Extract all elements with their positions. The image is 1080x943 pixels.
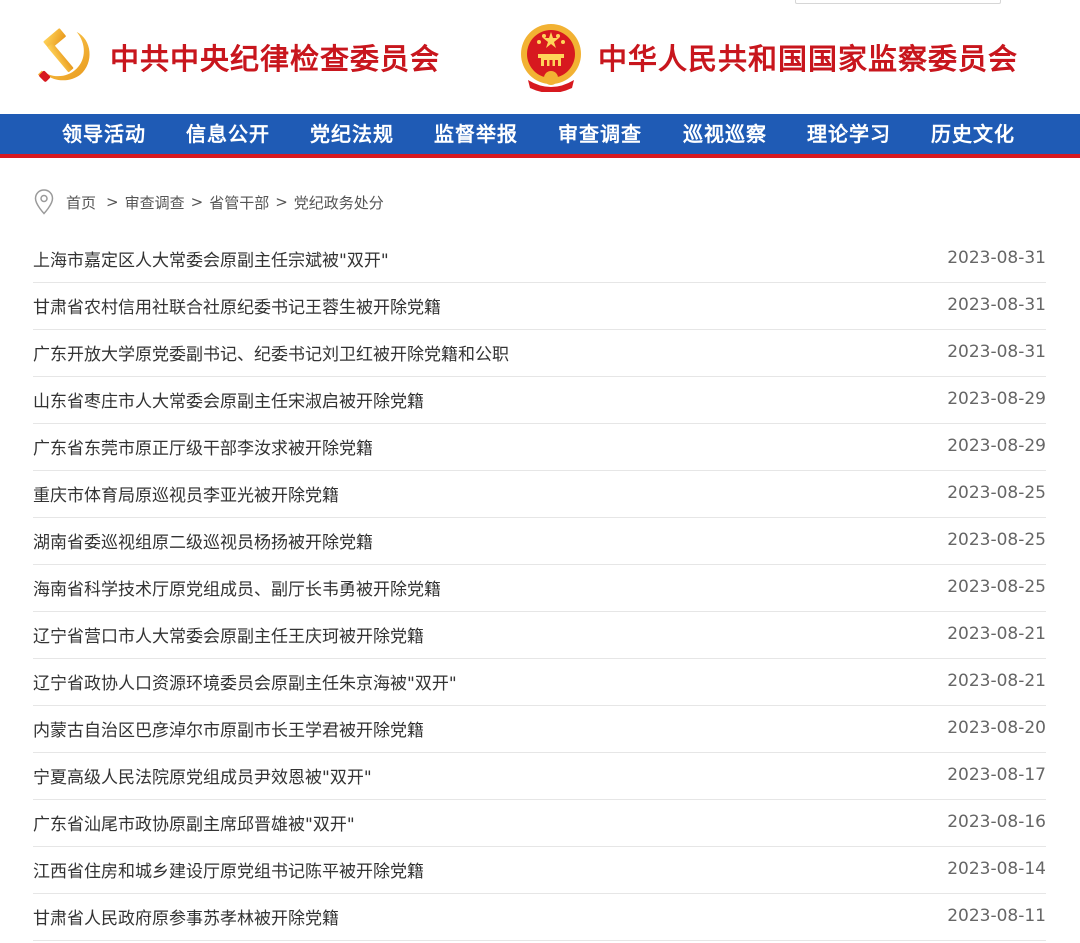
article-row[interactable]: 广东省汕尾市政协原副主席邱晋雄被"双开" 2023-08-16 — [33, 800, 1046, 847]
breadcrumb-disciplinary-sanctions[interactable]: 党纪政务处分 — [294, 192, 384, 213]
article-title[interactable]: 甘肃省人民政府原参事苏孝林被开除党籍 — [33, 904, 339, 929]
article-row[interactable]: 重庆市体育局原巡视员李亚光被开除党籍 2023-08-25 — [33, 471, 1046, 518]
article-date: 2023-08-20 — [947, 718, 1046, 738]
article-date: 2023-08-11 — [947, 906, 1046, 926]
article-title[interactable]: 辽宁省政协人口资源环境委员会原副主任朱京海被"双开" — [33, 669, 457, 694]
nav-item-regulations[interactable]: 党纪法规 — [310, 114, 394, 154]
article-date: 2023-08-29 — [947, 436, 1046, 456]
article-row[interactable]: 内蒙古自治区巴彦淖尔市原副市长王学君被开除党籍 2023-08-20 — [33, 706, 1046, 753]
article-row[interactable]: 山东省枣庄市人大常委会原副主任宋淑启被开除党籍 2023-08-29 — [33, 377, 1046, 424]
breadcrumb: 首页 > 审查调查 > 省管干部 > 党纪政务处分 — [34, 188, 384, 216]
national-emblem-icon — [521, 24, 581, 92]
article-title[interactable]: 甘肃省农村信用社联合社原纪委书记王蓉生被开除党籍 — [33, 293, 441, 318]
article-row[interactable]: 海南省科学技术厅原党组成员、副厅长韦勇被开除党籍 2023-08-25 — [33, 565, 1046, 612]
article-date: 2023-08-25 — [947, 483, 1046, 503]
nav-item-history-culture[interactable]: 历史文化 — [931, 114, 1015, 154]
article-date: 2023-08-31 — [947, 295, 1046, 315]
breadcrumb-investigation[interactable]: 审查调查 — [125, 192, 185, 213]
article-row[interactable]: 甘肃省人民政府原参事苏孝林被开除党籍 2023-08-11 — [33, 894, 1046, 941]
article-date: 2023-08-31 — [947, 342, 1046, 362]
article-title[interactable]: 广东开放大学原党委副书记、纪委书记刘卫红被开除党籍和公职 — [33, 340, 509, 365]
breadcrumb-provincial-cadres[interactable]: 省管干部 — [209, 192, 269, 213]
article-row[interactable]: 湖南省委巡视组原二级巡视员杨扬被开除党籍 2023-08-25 — [33, 518, 1046, 565]
ccdi-name: 中共中央纪律检查委员会 — [110, 42, 441, 76]
nav-item-theory-study[interactable]: 理论学习 — [807, 114, 891, 154]
article-row[interactable]: 辽宁省营口市人大常委会原副主任王庆珂被开除党籍 2023-08-21 — [33, 612, 1046, 659]
article-title[interactable]: 湖南省委巡视组原二级巡视员杨扬被开除党籍 — [33, 528, 373, 553]
article-title[interactable]: 辽宁省营口市人大常委会原副主任王庆珂被开除党籍 — [33, 622, 424, 647]
nav-item-inspection[interactable]: 巡视巡察 — [683, 114, 767, 154]
article-title[interactable]: 江西省住房和城乡建设厅原党组书记陈平被开除党籍 — [33, 857, 424, 882]
article-title[interactable]: 广东省东莞市原正厅级干部李汝求被开除党籍 — [33, 434, 373, 459]
article-row[interactable]: 上海市嘉定区人大常委会原副主任宗斌被"双开" 2023-08-31 — [33, 236, 1046, 283]
article-title[interactable]: 广东省汕尾市政协原副主席邱晋雄被"双开" — [33, 810, 355, 835]
main-nav: 领导活动 信息公开 党纪法规 监督举报 审查调查 巡视巡察 理论学习 历史文化 — [0, 114, 1080, 158]
article-title[interactable]: 海南省科学技术厅原党组成员、副厅长韦勇被开除党籍 — [33, 575, 441, 600]
nav-item-info-disclosure[interactable]: 信息公开 — [186, 114, 270, 154]
article-title[interactable]: 内蒙古自治区巴彦淖尔市原副市长王学君被开除党籍 — [33, 716, 424, 741]
article-row[interactable]: 宁夏高级人民法院原党组成员尹效恩被"双开" 2023-08-17 — [33, 753, 1046, 800]
nav-item-leadership[interactable]: 领导活动 — [62, 114, 146, 154]
nav-item-investigation[interactable]: 审查调查 — [558, 114, 642, 154]
article-date: 2023-08-16 — [947, 812, 1046, 832]
article-date: 2023-08-25 — [947, 530, 1046, 550]
article-title[interactable]: 上海市嘉定区人大常委会原副主任宗斌被"双开" — [33, 246, 389, 271]
article-row[interactable]: 甘肃省农村信用社联合社原纪委书记王蓉生被开除党籍 2023-08-31 — [33, 283, 1046, 330]
location-pin-icon — [34, 189, 54, 215]
breadcrumb-separator: > — [275, 193, 288, 211]
article-title[interactable]: 重庆市体育局原巡视员李亚光被开除党籍 — [33, 481, 339, 506]
article-date: 2023-08-25 — [947, 577, 1046, 597]
article-row[interactable]: 广东开放大学原党委副书记、纪委书记刘卫红被开除党籍和公职 2023-08-31 — [33, 330, 1046, 377]
article-title[interactable]: 山东省枣庄市人大常委会原副主任宋淑启被开除党籍 — [33, 387, 424, 412]
article-date: 2023-08-31 — [947, 248, 1046, 268]
article-title[interactable]: 宁夏高级人民法院原党组成员尹效恩被"双开" — [33, 763, 372, 788]
breadcrumb-separator: > — [106, 193, 119, 211]
article-list: 上海市嘉定区人大常委会原副主任宗斌被"双开" 2023-08-31 甘肃省农村信… — [33, 236, 1046, 941]
site-header: 中共中央纪律检查委员会 中华人民共和国国家监察委员会 — [0, 0, 1080, 114]
article-date: 2023-08-17 — [947, 765, 1046, 785]
article-date: 2023-08-21 — [947, 624, 1046, 644]
ccdi-logo[interactable]: 中共中央纪律检查委员会 — [34, 26, 440, 88]
party-emblem-icon — [37, 28, 90, 82]
nsc-logo[interactable]: 中华人民共和国国家监察委员会 — [518, 22, 1018, 92]
article-date: 2023-08-21 — [947, 671, 1046, 691]
article-row[interactable]: 江西省住房和城乡建设厅原党组书记陈平被开除党籍 2023-08-14 — [33, 847, 1046, 894]
nsc-name: 中华人民共和国国家监察委员会 — [598, 42, 1019, 76]
article-row[interactable]: 辽宁省政协人口资源环境委员会原副主任朱京海被"双开" 2023-08-21 — [33, 659, 1046, 706]
nav-item-supervision-report[interactable]: 监督举报 — [434, 114, 518, 154]
breadcrumb-separator: > — [190, 193, 204, 211]
article-date: 2023-08-14 — [947, 859, 1046, 879]
article-date: 2023-08-29 — [947, 389, 1046, 409]
article-row[interactable]: 广东省东莞市原正厅级干部李汝求被开除党籍 2023-08-29 — [33, 424, 1046, 471]
breadcrumb-home[interactable]: 首页 — [66, 192, 96, 213]
